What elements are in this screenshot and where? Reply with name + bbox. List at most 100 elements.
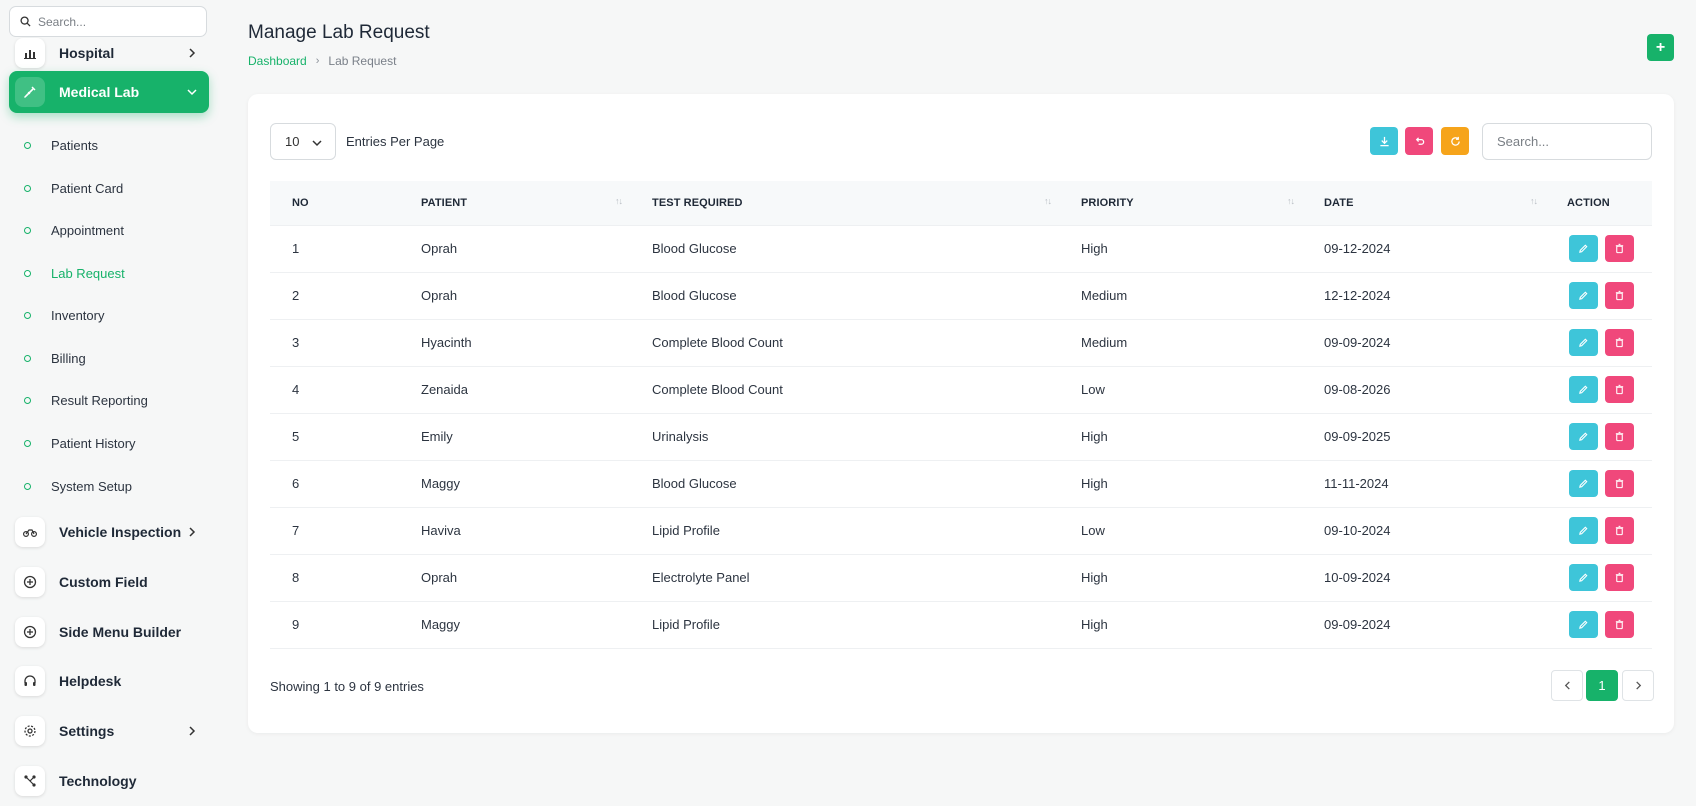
delete-button[interactable] xyxy=(1605,423,1634,450)
download-button[interactable] xyxy=(1370,127,1398,155)
column-header-priority[interactable]: PRIORITY ↑↓ xyxy=(1059,181,1302,225)
sidebar-item-side-menu-builder[interactable]: Side Menu Builder xyxy=(9,611,209,653)
column-header-date[interactable]: DATE ↑↓ xyxy=(1302,181,1545,225)
gear-icon xyxy=(15,716,45,746)
entries-per-page-select[interactable]: 10 xyxy=(270,123,336,160)
cell-priority: High xyxy=(1081,570,1108,585)
delete-button[interactable] xyxy=(1605,517,1634,544)
breadcrumb-dashboard-link[interactable]: Dashboard xyxy=(248,54,307,68)
trash-icon xyxy=(1614,290,1625,301)
edit-button[interactable] xyxy=(1569,470,1598,497)
delete-button[interactable] xyxy=(1605,611,1634,638)
plus-circle-icon xyxy=(15,617,45,647)
sidebar-subitem-label: Billing xyxy=(51,350,86,366)
sidebar-subitem-patient-card[interactable]: Patient Card xyxy=(24,173,123,203)
sidebar-item-vehicle-inspection[interactable]: Vehicle Inspection xyxy=(9,511,209,553)
sidebar-search-input[interactable] xyxy=(38,14,188,29)
cell-action xyxy=(1545,272,1652,319)
breadcrumb: Dashboard › Lab Request xyxy=(248,54,396,68)
cell-action xyxy=(1545,366,1652,413)
sidebar-subitem-result-reporting[interactable]: Result Reporting xyxy=(24,385,148,415)
sidebar-subitem-billing[interactable]: Billing xyxy=(24,343,86,373)
column-header-label: TEST REQUIRED xyxy=(652,196,743,209)
sidebar-item-custom-field[interactable]: Custom Field xyxy=(9,561,209,603)
bullet-icon xyxy=(24,184,31,192)
chevron-right-icon xyxy=(189,726,196,736)
edit-button[interactable] xyxy=(1569,611,1598,638)
edit-button[interactable] xyxy=(1569,282,1598,309)
cell-no: 2 xyxy=(292,288,300,303)
sidebar-item-label: Side Menu Builder xyxy=(59,624,182,640)
cell-priority: Low xyxy=(1081,382,1105,397)
sidebar-item-label: Custom Field xyxy=(59,574,148,590)
edit-button[interactable] xyxy=(1569,564,1598,591)
cell-no: 1 xyxy=(292,241,300,256)
breadcrumb-separator-icon: › xyxy=(315,55,320,67)
sidebar-subitem-label: Patient History xyxy=(51,435,136,451)
sort-icon: ↑↓ xyxy=(1287,196,1295,206)
sidebar-item-helpdesk[interactable]: Helpdesk xyxy=(9,660,209,702)
delete-button[interactable] xyxy=(1605,470,1634,497)
bullet-icon xyxy=(24,141,31,149)
edit-button[interactable] xyxy=(1569,376,1598,403)
bar-chart-icon xyxy=(15,38,45,68)
add-lab-request-button[interactable]: + xyxy=(1647,34,1674,61)
cell-patient: Oprah xyxy=(421,570,458,585)
table-search-input[interactable] xyxy=(1482,123,1652,160)
sidebar-subitem-patient-history[interactable]: Patient History xyxy=(24,428,136,458)
column-header-no[interactable]: NO xyxy=(270,181,399,225)
undo-button[interactable] xyxy=(1405,127,1433,155)
cell-action xyxy=(1545,554,1652,601)
pagination-prev-button[interactable] xyxy=(1551,670,1583,701)
sidebar-subitem-patients[interactable]: Patients xyxy=(24,130,98,160)
sidebar-search[interactable] xyxy=(9,6,207,37)
trash-icon xyxy=(1614,525,1625,536)
column-header-label: DATE xyxy=(1324,196,1354,209)
sidebar-subitem-lab-request[interactable]: Lab Request xyxy=(24,258,125,288)
refresh-button[interactable] xyxy=(1441,127,1469,155)
delete-button[interactable] xyxy=(1605,282,1634,309)
cell-action xyxy=(1545,413,1652,460)
cell-test-required: Blood Glucose xyxy=(652,476,737,491)
pagination-next-button[interactable] xyxy=(1622,670,1654,701)
bullet-icon xyxy=(24,354,31,362)
delete-button[interactable] xyxy=(1605,376,1634,403)
delete-button[interactable] xyxy=(1605,564,1634,591)
chevron-right-icon xyxy=(189,48,196,58)
cell-priority: Medium xyxy=(1081,335,1128,350)
lab-request-card: 10 Entries Per Page NO PATIENT ↑↓ TEST RE… xyxy=(248,94,1674,733)
pencil-icon xyxy=(1578,525,1589,536)
trash-icon xyxy=(1614,384,1625,395)
column-header-patient[interactable]: PATIENT ↑↓ xyxy=(399,181,630,225)
sidebar-subitem-system-setup[interactable]: System Setup xyxy=(24,471,132,501)
sidebar-item-hospital[interactable]: Hospital xyxy=(9,32,209,74)
column-header-label: ACTION xyxy=(1567,196,1610,209)
page-title: Manage Lab Request xyxy=(248,22,430,43)
bullet-icon xyxy=(24,439,31,447)
cell-no: 8 xyxy=(292,570,300,585)
delete-button[interactable] xyxy=(1605,329,1634,356)
edit-button[interactable] xyxy=(1569,235,1598,262)
cell-no: 7 xyxy=(292,523,300,538)
breadcrumb-current: Lab Request xyxy=(328,54,397,68)
table-body: 1 Oprah Blood Glucose High 09-12-2024 2 Oprah B… xyxy=(270,225,1652,648)
sidebar-item-settings[interactable]: Settings xyxy=(9,710,209,752)
cell-date: 09-10-2024 xyxy=(1324,523,1391,538)
column-header-test-required[interactable]: TEST REQUIRED ↑↓ xyxy=(630,181,1059,225)
sidebar-item-technology[interactable]: Technology xyxy=(9,760,209,802)
sidebar-subitem-label: Appointment xyxy=(51,222,124,238)
edit-button[interactable] xyxy=(1569,423,1598,450)
cell-date: 09-09-2024 xyxy=(1324,335,1391,350)
sidebar-subitem-inventory[interactable]: Inventory xyxy=(24,300,104,330)
sidebar-item-label: Technology xyxy=(59,773,137,789)
pagination-page-button[interactable]: 1 xyxy=(1586,670,1618,701)
edit-button[interactable] xyxy=(1569,329,1598,356)
chevron-down-icon xyxy=(312,140,322,147)
pencil-icon xyxy=(1578,384,1589,395)
sidebar-subitem-appointment[interactable]: Appointment xyxy=(24,215,124,245)
delete-button[interactable] xyxy=(1605,235,1634,262)
edit-button[interactable] xyxy=(1569,517,1598,544)
sidebar-item-medical-lab[interactable]: Medical Lab xyxy=(9,71,209,113)
cell-test-required: Complete Blood Count xyxy=(652,382,783,397)
cell-date: 11-11-2024 xyxy=(1324,476,1389,491)
